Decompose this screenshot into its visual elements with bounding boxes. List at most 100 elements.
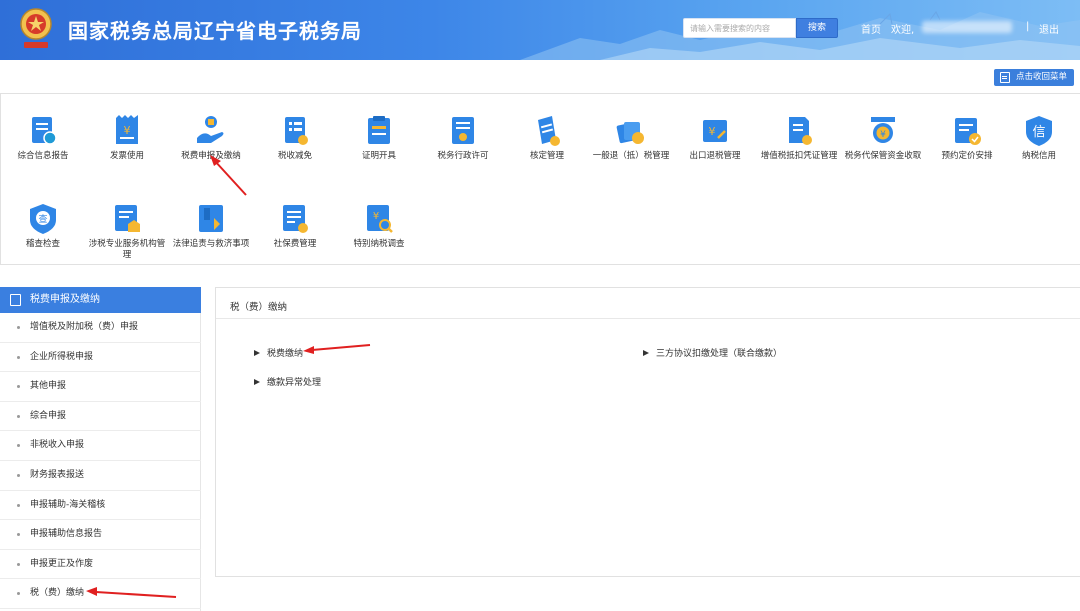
search-button[interactable]: 搜索 (796, 18, 838, 38)
report-icon (32, 117, 57, 145)
tax-declare-icon (197, 116, 224, 143)
menu-item-label: 法律追责与救济事项 (172, 239, 250, 249)
menu-item-comprehensive-report[interactable]: 综合信息报告 (1, 114, 85, 162)
bullet-icon (17, 562, 20, 566)
menu-item-label: 证明开具 (361, 151, 396, 161)
sidebar-item-label: 申报更正及作废 (30, 558, 94, 569)
menu-item-label: 增值税抵扣凭证管理 (760, 151, 838, 161)
sidebar-item-customs-audit[interactable]: 申报辅助-海关稽核 (0, 491, 201, 521)
triangle-right-icon (254, 379, 260, 385)
menu-item-verification[interactable]: 核定管理 (505, 114, 589, 162)
menu-item-label: 税收减免 (277, 151, 312, 161)
svg-text:¥: ¥ (373, 211, 379, 222)
document-icon (10, 294, 21, 306)
sidebar-item-tax-payment[interactable]: 税（费）缴纳 (0, 579, 201, 609)
inspection-icon: 查 (30, 204, 56, 234)
menu-item-label: 社保费管理 (273, 239, 317, 249)
collapse-icon (1000, 72, 1010, 83)
sidebar-item-financial-statements[interactable]: 财务报表报送 (0, 461, 201, 491)
site-header: 国家税务总局辽宁省电子税务局 搜索 首页 欢迎, | 退出 (0, 0, 1080, 60)
menu-item-label: 税费申报及缴纳 (181, 151, 241, 161)
bullet-icon (17, 533, 20, 537)
content-panel: 税（费）缴纳 税费缴纳 三方协议扣缴处理（联合缴款） 缴款异常处理 (215, 287, 1080, 577)
sidebar-item-comprehensive-declare[interactable]: 综合申报 (0, 402, 201, 432)
menu-item-social-insurance[interactable]: 社保费管理 (253, 202, 337, 250)
bullet-icon (17, 444, 20, 448)
sidebar-item-auxiliary-report[interactable]: 申报辅助信息报告 (0, 520, 201, 550)
bullet-icon (17, 385, 20, 389)
agency-icon (115, 205, 140, 232)
bullet-icon (17, 592, 20, 596)
sidebar-item-label: 增值税及附加税（费）申报 (30, 322, 139, 332)
menu-item-label: 稽查检查 (25, 239, 60, 249)
menu-item-invoice[interactable]: ¥ 发票使用 (85, 114, 169, 162)
search-input[interactable] (683, 18, 796, 38)
menu-item-tax-declare[interactable]: 税费申报及缴纳 (169, 114, 253, 162)
menu-item-label: 核定管理 (529, 151, 564, 161)
menu-item-agency-management[interactable]: 涉税专业服务机构管理 (85, 202, 169, 261)
sidebar-item-label: 财务报表报送 (30, 470, 85, 480)
social-insurance-icon (283, 205, 308, 233)
sidebar-item-label: 其他申报 (30, 381, 67, 392)
svg-text:信: 信 (1032, 125, 1045, 140)
menu-item-custody-fund[interactable]: ¥ 税务代保管资金收取 (841, 114, 925, 162)
menu-item-inspection[interactable]: 查 稽查检查 (1, 202, 85, 250)
investigation-icon: ¥ (367, 205, 393, 233)
sidebar-item-label: 综合申报 (30, 410, 67, 421)
menu-item-export-refund[interactable]: ¥ 出口退税管理 (673, 114, 757, 162)
entry-label: 税费缴纳 (267, 349, 304, 359)
home-link[interactable]: 首页 (861, 21, 881, 36)
menu-item-tax-relief[interactable]: 税收减免 (253, 114, 337, 162)
credit-icon: 信 (1026, 116, 1052, 146)
menu-item-certificate[interactable]: 证明开具 (337, 114, 421, 162)
sidebar-item-vat-declare[interactable]: 增值税及附加税（费）申报 (0, 313, 201, 343)
collapse-menu-button[interactable]: 点击收回菜单 (994, 69, 1074, 86)
divider (216, 318, 1080, 319)
welcome-text: 欢迎, (891, 25, 915, 36)
sidebar-item-correction-void[interactable]: 申报更正及作废 (0, 550, 201, 580)
triangle-right-icon (254, 350, 260, 356)
legal-icon (199, 205, 223, 232)
menu-item-admin-license[interactable]: 税务行政许可 (421, 114, 505, 162)
username-redacted (922, 21, 1012, 33)
menu-item-vat-deduction[interactable]: 增值税抵扣凭证管理 (757, 114, 841, 162)
vat-deduction-icon (789, 117, 812, 145)
entry-label: 缴款异常处理 (267, 378, 322, 388)
bullet-icon (17, 503, 20, 507)
sidebar-item-label: 申报辅助信息报告 (30, 529, 103, 540)
sidebar-item-label: 申报辅助-海关稽核 (30, 499, 106, 510)
menu-item-label: 涉税专业服务机构管理 (88, 239, 166, 260)
bullet-icon (17, 414, 20, 418)
logout-link[interactable]: 退出 (1039, 21, 1059, 36)
menu-item-label: 税务行政许可 (437, 151, 489, 161)
svg-text:¥: ¥ (124, 124, 131, 137)
entry-payment-exception[interactable]: 缴款异常处理 (254, 375, 321, 388)
menu-item-special-investigation[interactable]: ¥ 特别纳税调查 (337, 202, 421, 250)
sidebar-item-other-declare[interactable]: 其他申报 (0, 372, 201, 402)
sidebar-item-non-tax-revenue[interactable]: 非税收入申报 (0, 431, 201, 461)
menu-item-legal-remedy[interactable]: 法律追责与救济事项 (169, 202, 253, 250)
entry-label: 三方协议扣缴处理（联合缴款） (656, 349, 783, 359)
menu-item-tax-credit[interactable]: 信 纳税信用 (997, 114, 1080, 162)
entry-tripartite-agreement[interactable]: 三方协议扣缴处理（联合缴款） (643, 346, 782, 359)
sidebar-header[interactable]: 税费申报及缴纳 (0, 287, 201, 313)
invoice-icon: ¥ (116, 115, 138, 144)
refund-icon (616, 122, 644, 144)
sidebar-item-corporate-income-tax[interactable]: 企业所得税申报 (0, 343, 201, 373)
nav-separator: | (1026, 21, 1030, 32)
menu-item-label: 综合信息报告 (17, 151, 69, 161)
site-title: 国家税务总局辽宁省电子税务局 (68, 19, 362, 43)
export-refund-icon: ¥ (703, 120, 727, 142)
pricing-icon (955, 118, 981, 145)
bullet-icon (17, 474, 20, 477)
sidebar-item-label: 非税收入申报 (30, 440, 85, 451)
license-icon (452, 117, 474, 144)
menu-item-general-refund[interactable]: 一般退（抵）税管理 (589, 114, 673, 162)
menu-item-label: 特别纳税调查 (353, 239, 405, 249)
custody-fund-icon: ¥ (871, 117, 895, 143)
function-menu-panel: 综合信息报告 ¥ 发票使用 税费申报及缴纳 税收减免 证明开具 税务行政许可 核… (0, 93, 1080, 265)
content-title: 税（费）缴纳 (230, 302, 288, 313)
entry-tax-payment[interactable]: 税费缴纳 (254, 346, 303, 359)
sidebar-title: 税费申报及缴纳 (30, 294, 100, 305)
menu-item-label: 纳税信用 (1021, 151, 1056, 161)
